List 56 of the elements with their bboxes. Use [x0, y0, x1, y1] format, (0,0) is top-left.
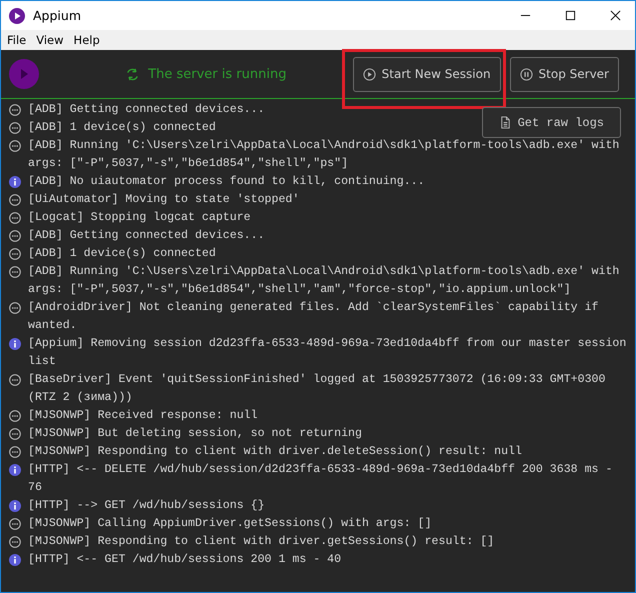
ellipsis-icon — [9, 518, 21, 530]
info-icon — [9, 554, 21, 566]
get-raw-logs-button[interactable]: Get raw logs — [482, 107, 621, 138]
log-entry: [ADB] No uiautomator process found to kill, continuing... — [28, 174, 425, 190]
ellipsis-icon — [9, 428, 21, 440]
header-button[interactable]: Stop Server — [510, 56, 619, 92]
pause-icon — [520, 68, 533, 80]
ellipsis-icon — [9, 302, 21, 314]
ellipsis-icon — [9, 248, 21, 260]
document-icon — [498, 116, 512, 129]
ellipsis-icon — [9, 230, 21, 242]
info-icon — [9, 464, 21, 476]
log-entry: [MJSONWP] Responding to client with driver.getSessions() result: [] — [28, 534, 494, 550]
log-entry: [Logcat] Stopping logcat capture — [28, 210, 251, 226]
log-entry: [ADB] Running 'C:\Users\zelri\AppData\Local\Android\sdk1\platform-tools\adb.exe' with args: ["-P",5037,"-s","b6e1d854","shell","am","force-stop","io.appium.unlock"] — [28, 264, 620, 298]
log-entry: [HTTP] <-- DELETE /wd/hub/session/d2d23ffa-6533-489d-969a-73ed10da4bff 200 3638 ms - 76 — [28, 462, 614, 496]
ellipsis-icon — [9, 212, 21, 224]
server-status: The server is running — [148, 66, 286, 82]
ellipsis-icon — [9, 104, 21, 116]
refresh-icon — [125, 66, 140, 82]
log-entry: [ADB] 1 device(s) connected — [28, 120, 216, 136]
ellipsis-icon — [9, 410, 21, 422]
ellipsis-icon — [9, 446, 21, 458]
log-entry: [AndroidDriver] Not cleaning generated files. Add `clearSystemFiles` capability if wanted. — [28, 300, 600, 334]
header-button[interactable]: Start New Session — [352, 56, 501, 92]
ellipsis-icon — [9, 140, 21, 152]
ellipsis-icon — [9, 536, 21, 548]
log-entry: [ADB] Getting connected devices... — [28, 102, 265, 118]
appium-logo-icon — [9, 59, 39, 89]
ellipsis-icon — [9, 194, 21, 206]
menu-item[interactable]: File — [7, 33, 26, 47]
log-entry: [ADB] Running 'C:\Users\zelri\AppData\Local\Android\sdk1\platform-tools\adb.exe' with args: ["-P",5037,"-s","b6e1d854","shell","ps"] — [28, 138, 620, 172]
log-entry: [MJSONWP] Responding to client with driver.deleteSession() result: null — [28, 444, 522, 460]
log-entry: [HTTP] --> GET /wd/hub/sessions {} — [28, 498, 265, 514]
log-entry: [HTTP] <-- GET /wd/hub/sessions 200 1 ms - 40 — [28, 552, 342, 568]
log-entry: [Appium] Removing session d2d23ffa-6533-489d-969a-73ed10da4bff from our master session list — [28, 336, 628, 370]
ellipsis-icon — [9, 122, 21, 134]
app-logo-icon — [9, 8, 25, 24]
ellipsis-icon — [9, 374, 21, 386]
log-entry: [MJSONWP] Received response: null — [28, 408, 258, 424]
log-entry: [MJSONWP] But deleting session, so not returning — [28, 426, 362, 442]
maximize-icon[interactable] — [565, 10, 576, 21]
info-icon — [9, 176, 21, 188]
play-icon — [362, 68, 376, 80]
info-icon — [9, 338, 21, 350]
menu-item[interactable]: Help — [74, 33, 100, 47]
ellipsis-icon — [9, 266, 21, 278]
menu-item[interactable]: View — [36, 33, 64, 47]
log-entry: [UiAutomator] Moving to state 'stopped' — [28, 192, 300, 208]
info-icon — [9, 500, 21, 512]
window-title: Appium — [33, 8, 82, 23]
log-entry: [ADB] 1 device(s) connected — [28, 246, 216, 262]
log-entry: [BaseDriver] Event 'quitSessionFinished' logged at 1503925773072 (16:09:33 GMT+0300 (RTZ 2 (зима))) — [28, 372, 606, 406]
close-icon[interactable] — [610, 10, 621, 21]
log-entry: [MJSONWP] Calling AppiumDriver.getSessions() with args: [] — [28, 516, 432, 532]
log-entry: [ADB] Getting connected devices... — [28, 228, 265, 244]
